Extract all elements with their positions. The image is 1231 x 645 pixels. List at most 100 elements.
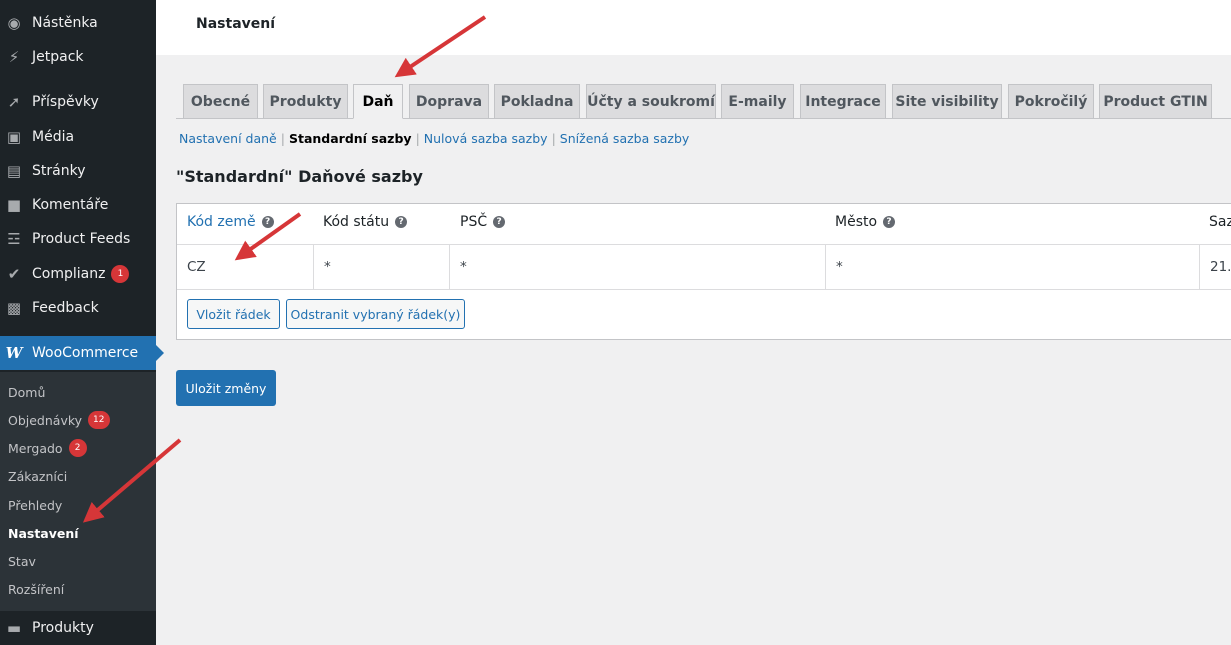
subnav-zero-rate[interactable]: Nulová sazba sazby	[424, 131, 548, 146]
remove-selected-rows-button[interactable]: Odstranit vybraný řádek(y)	[286, 299, 465, 329]
tax-subnav: Nastavení daně | Standardní sazby | Nulo…	[179, 130, 689, 146]
submenu-item-label: Mergado	[8, 440, 63, 456]
tab-tax[interactable]: Daň	[353, 84, 403, 119]
cart-icon: ☲	[7, 230, 21, 248]
page-title: Nastavení	[196, 16, 276, 32]
sidebar-item-label: Nástěnka	[32, 15, 98, 31]
notification-badge: 2	[68, 439, 87, 457]
column-header-label: Saz	[1209, 214, 1231, 230]
submenu-item-label: Rozšíření	[8, 581, 65, 597]
sidebar-item-woocommerce[interactable]: W WooCommerce	[0, 336, 164, 370]
archive-icon: ▬	[6, 619, 22, 637]
check-icon: ✔	[7, 265, 21, 283]
comment-icon: ■	[6, 196, 22, 214]
subnav-reduced-rate[interactable]: Snížená sazba sazby	[560, 131, 690, 146]
sidebar-item-label: Stránky	[32, 163, 86, 179]
submenu-item-settings[interactable]: Nastavení	[8, 523, 79, 543]
tab-accounts-privacy[interactable]: Účty a soukromí	[586, 84, 716, 119]
notification-badge: 1	[111, 265, 130, 283]
dashboard-icon: ◉	[7, 14, 21, 32]
column-header-label: Kód země	[187, 214, 256, 230]
row-divider	[177, 289, 1231, 290]
column-header-label: Kód státu	[323, 214, 390, 230]
woocommerce-icon: W	[5, 344, 23, 362]
tab-shipping[interactable]: Doprava	[409, 84, 489, 119]
sidebar-item-label: Komentáře	[32, 197, 109, 213]
sidebar-item-label: Feedback	[32, 300, 99, 316]
submenu-item-reports[interactable]: Přehledy	[8, 495, 62, 515]
sidebar-item-dashboard[interactable]: ◉ Nástěnka	[0, 6, 156, 40]
pages-icon: ▤	[6, 162, 22, 180]
sidebar-item-label: Příspěvky	[32, 94, 99, 110]
help-icon: ?	[883, 216, 896, 228]
cell-rate[interactable]: 21.0	[1199, 245, 1231, 289]
sidebar-item-label: Complianz	[32, 266, 106, 282]
submenu-item-mergado[interactable]: Mergado 2	[8, 438, 87, 458]
tab-product-gtin[interactable]: Product GTIN	[1099, 84, 1212, 119]
submenu-item-orders[interactable]: Objednávky 12	[8, 410, 110, 430]
tab-integration[interactable]: Integrace	[800, 84, 886, 119]
tab-emails[interactable]: E-maily	[721, 84, 794, 119]
submenu-item-label: Zákazníci	[8, 468, 68, 484]
sidebar-item-products[interactable]: ▬ Produkty	[0, 611, 156, 645]
media-icon: ▣	[6, 128, 22, 146]
subnav-separator: |	[280, 130, 285, 146]
help-icon: ?	[395, 216, 408, 228]
column-header-label: Město	[835, 214, 878, 230]
pin-icon: ➚	[7, 93, 21, 111]
sidebar-item-label: Product Feeds	[32, 231, 131, 247]
cell-state-code[interactable]: *	[313, 245, 449, 289]
section-title: "Standardní" Daňové sazby	[176, 167, 423, 186]
cell-postcode[interactable]: *	[449, 245, 825, 289]
sidebar-item-product-feeds[interactable]: ☲ Product Feeds	[0, 222, 156, 256]
sidebar-item-comments[interactable]: ■ Komentáře	[0, 188, 156, 222]
tab-checkout[interactable]: Pokladna	[494, 84, 580, 119]
help-icon: ?	[493, 216, 506, 228]
sidebar-item-posts[interactable]: ➚ Příspěvky	[0, 85, 156, 119]
sidebar-item-media[interactable]: ▣ Média	[0, 120, 156, 154]
column-header-label: PSČ	[460, 214, 488, 230]
tax-rates-table: Kód země? Kód státu? PSČ? Město? Saz CZ …	[176, 203, 1231, 340]
submenu-item-status[interactable]: Stav	[8, 551, 36, 571]
sidebar-item-label: WooCommerce	[32, 345, 139, 361]
column-header-postcode: PSČ?	[460, 214, 506, 230]
page-header: Nastavení	[156, 0, 1231, 55]
notification-badge: 12	[88, 411, 110, 429]
sidebar-item-label: Jetpack	[32, 49, 84, 65]
submenu-item-home[interactable]: Domů	[8, 382, 45, 402]
sidebar-item-pages[interactable]: ▤ Stránky	[0, 154, 156, 188]
insert-row-button[interactable]: Vložit řádek	[187, 299, 280, 329]
tab-products[interactable]: Produkty	[263, 84, 348, 119]
column-header-country-code[interactable]: Kód země?	[187, 214, 274, 230]
submenu-item-extensions[interactable]: Rozšíření	[8, 579, 64, 599]
help-icon: ?	[261, 216, 274, 228]
jetpack-icon: ⚡	[8, 48, 20, 66]
submenu-item-label: Stav	[8, 553, 36, 569]
cell-country-code[interactable]: CZ	[177, 245, 313, 289]
tab-general[interactable]: Obecné	[183, 84, 258, 119]
column-header-rate: Saz	[1209, 214, 1231, 230]
submenu-item-label: Přehledy	[8, 497, 63, 513]
subnav-separator: |	[415, 130, 420, 146]
tab-site-visibility[interactable]: Site visibility	[892, 84, 1002, 119]
save-changes-button[interactable]: Uložit změny	[176, 370, 276, 406]
tab-advanced[interactable]: Pokročilý	[1008, 84, 1094, 119]
submenu-item-label: Nastavení	[8, 525, 79, 541]
sidebar-item-label: Produkty	[32, 620, 94, 636]
submenu-item-label: Objednávky	[8, 412, 83, 428]
subnav-separator: |	[551, 130, 556, 146]
cell-city[interactable]: *	[825, 245, 1199, 289]
woocommerce-submenu: Domů Objednávky 12 Mergado 2 Zákazníci Pře…	[0, 372, 156, 611]
subnav-standard-rates[interactable]: Standardní sazby	[289, 131, 412, 146]
feedback-icon: ▩	[6, 299, 22, 317]
submenu-item-customers[interactable]: Zákazníci	[8, 466, 67, 486]
submenu-item-label: Domů	[8, 384, 46, 400]
sidebar-item-feedback[interactable]: ▩ Feedback	[0, 291, 156, 325]
column-header-city: Město?	[835, 214, 896, 230]
subnav-tax-settings[interactable]: Nastavení daně	[179, 131, 277, 146]
column-header-state-code: Kód státu?	[323, 214, 408, 230]
sidebar-item-jetpack[interactable]: ⚡ Jetpack	[0, 40, 156, 74]
admin-sidebar: ◉ Nástěnka ⚡ Jetpack ➚ Příspěvky ▣ Média…	[0, 0, 164, 645]
sidebar-item-complianz[interactable]: ✔ Complianz 1	[0, 257, 156, 291]
sidebar-item-label: Média	[32, 129, 75, 145]
